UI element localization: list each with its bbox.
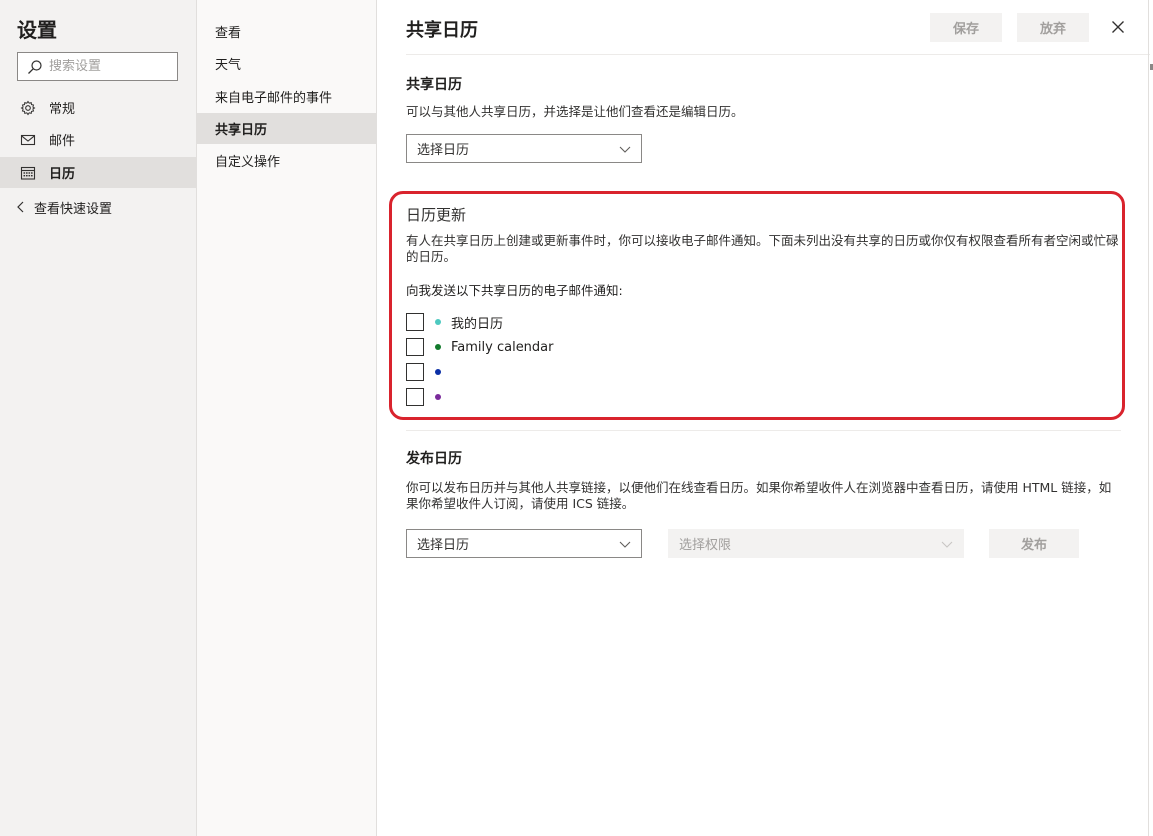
settings-window: 设置 常规 邮件 — [0, 0, 1153, 836]
share-calendar-value: 选择日历 — [417, 143, 470, 158]
updates-section-description: 有人在共享日历上创建或更新事件时，你可以接收电子邮件通知。下面未列出没有共享的日… — [406, 233, 1119, 264]
calendar-color-dot — [435, 369, 441, 375]
calendar-checkbox[interactable] — [406, 338, 424, 356]
view-quick-settings-label: 查看快速设置 — [34, 201, 113, 217]
nav-item-label: 日历 — [49, 167, 76, 182]
highlight-annotation — [389, 191, 1125, 420]
calendar-row: Family calendar — [406, 337, 554, 357]
chevron-down-icon — [619, 541, 631, 548]
nav-item-mail[interactable]: 邮件 — [0, 124, 196, 155]
discard-button[interactable]: 放弃 — [1017, 13, 1089, 42]
publish-calendar-value: 选择日历 — [417, 538, 470, 553]
shared-calendars-panel: 共享日历 保存 放弃 共享日历 可以与其他人共享日历，并选择是让他们查看还是编辑… — [377, 0, 1153, 836]
search-box[interactable] — [17, 52, 178, 81]
settings-nav: 设置 常规 邮件 — [0, 0, 197, 836]
save-button[interactable]: 保存 — [930, 13, 1002, 42]
permission-value: 选择权限 — [679, 538, 732, 553]
publish-section-description: 你可以发布日历并与其他人共享链接，以便他们在线查看日历。如果你希望收件人在浏览器… — [406, 480, 1112, 511]
nav-item-label: 常规 — [49, 102, 76, 117]
subnav-item-shared-calendars[interactable]: 共享日历 — [197, 113, 376, 144]
share-section-title: 共享日历 — [406, 77, 462, 93]
subnav-item-view[interactable]: 查看 — [197, 16, 376, 47]
mail-icon — [20, 132, 36, 148]
notify-label: 向我发送以下共享日历的电子邮件通知: — [406, 283, 623, 298]
page-title: 共享日历 — [406, 20, 478, 41]
calendar-color-dot — [435, 394, 441, 400]
calendar-checkbox[interactable] — [406, 388, 424, 406]
search-input[interactable] — [49, 59, 169, 74]
calendar-name: Family calendar — [451, 339, 554, 355]
share-section-description: 可以与其他人共享日历，并选择是让他们查看还是编辑日历。 — [406, 104, 744, 119]
publish-calendar-dropdown[interactable]: 选择日历 — [406, 529, 642, 558]
gear-icon — [20, 100, 36, 116]
calendar-checkbox[interactable] — [406, 363, 424, 381]
publish-section-title: 发布日历 — [406, 451, 462, 467]
search-icon — [28, 59, 42, 74]
calendar-row — [406, 387, 451, 407]
calendar-checkbox[interactable] — [406, 313, 424, 331]
chevron-down-icon — [619, 146, 631, 153]
chevron-left-icon — [17, 201, 24, 213]
calendar-color-dot — [435, 319, 441, 325]
close-icon — [1112, 21, 1124, 33]
chevron-down-icon — [941, 541, 953, 548]
calendar-icon — [20, 165, 36, 181]
settings-title: 设置 — [17, 18, 57, 42]
calendar-name: 我的日历 — [451, 316, 504, 332]
share-calendar-dropdown[interactable]: 选择日历 — [406, 134, 642, 163]
permission-dropdown[interactable]: 选择权限 — [668, 529, 964, 558]
view-quick-settings-link[interactable]: 查看快速设置 — [16, 196, 112, 218]
calendar-subnav: 查看 天气 来自电子邮件的事件 共享日历 自定义操作 — [197, 0, 377, 836]
nav-item-label: 邮件 — [49, 134, 76, 149]
calendar-row: 我的日历 — [406, 312, 503, 332]
updates-section-title: 日历更新 — [406, 206, 467, 224]
calendar-color-dot — [435, 344, 441, 350]
window-edge — [1148, 0, 1149, 836]
publish-button[interactable]: 发布 — [989, 529, 1079, 558]
section-divider — [406, 430, 1121, 431]
calendar-row — [406, 362, 451, 382]
subnav-item-weather[interactable]: 天气 — [197, 48, 376, 79]
nav-item-general[interactable]: 常规 — [0, 92, 196, 123]
nav-item-calendar[interactable]: 日历 — [0, 157, 196, 188]
subnav-item-email-events[interactable]: 来自电子邮件的事件 — [197, 81, 376, 112]
close-button[interactable] — [1108, 17, 1128, 37]
header-divider — [406, 54, 1150, 55]
subnav-item-custom-actions[interactable]: 自定义操作 — [197, 145, 376, 176]
